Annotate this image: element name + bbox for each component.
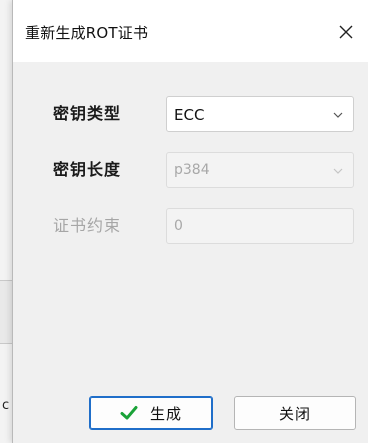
checkmark-icon — [120, 405, 138, 421]
close-button-label: 关闭 — [278, 404, 311, 423]
key-length-value: p384 — [174, 162, 210, 178]
dialog-title: 重新生成ROT证书 — [25, 24, 149, 42]
background-panel-strip — [0, 280, 12, 344]
chevron-down-icon — [333, 112, 343, 118]
key-length-label: 密钥长度 — [53, 160, 122, 179]
close-icon — [339, 25, 353, 39]
cert-constraint-label: 证书约束 — [53, 216, 122, 235]
background-partial-text: c — [2, 398, 10, 413]
dialog-titlebar: 重新生成ROT证书 — [13, 0, 368, 62]
key-length-select[interactable]: p384 — [166, 152, 354, 188]
close-button[interactable]: 关闭 — [234, 396, 356, 430]
chevron-down-icon — [333, 168, 343, 174]
generate-button-label: 生成 — [149, 404, 182, 423]
close-dialog-button[interactable] — [323, 14, 368, 50]
cert-constraint-value: 0 — [174, 218, 183, 234]
regenerate-rot-certificate-dialog: 重新生成ROT证书 密钥类型 ECC 密钥长度 p384 证书约束 0 生成 关… — [12, 0, 368, 443]
key-type-label: 密钥类型 — [53, 104, 122, 123]
generate-button[interactable]: 生成 — [89, 396, 213, 430]
key-type-select[interactable]: ECC — [166, 96, 354, 132]
key-type-value: ECC — [174, 106, 205, 124]
cert-constraint-input[interactable]: 0 — [166, 208, 354, 244]
